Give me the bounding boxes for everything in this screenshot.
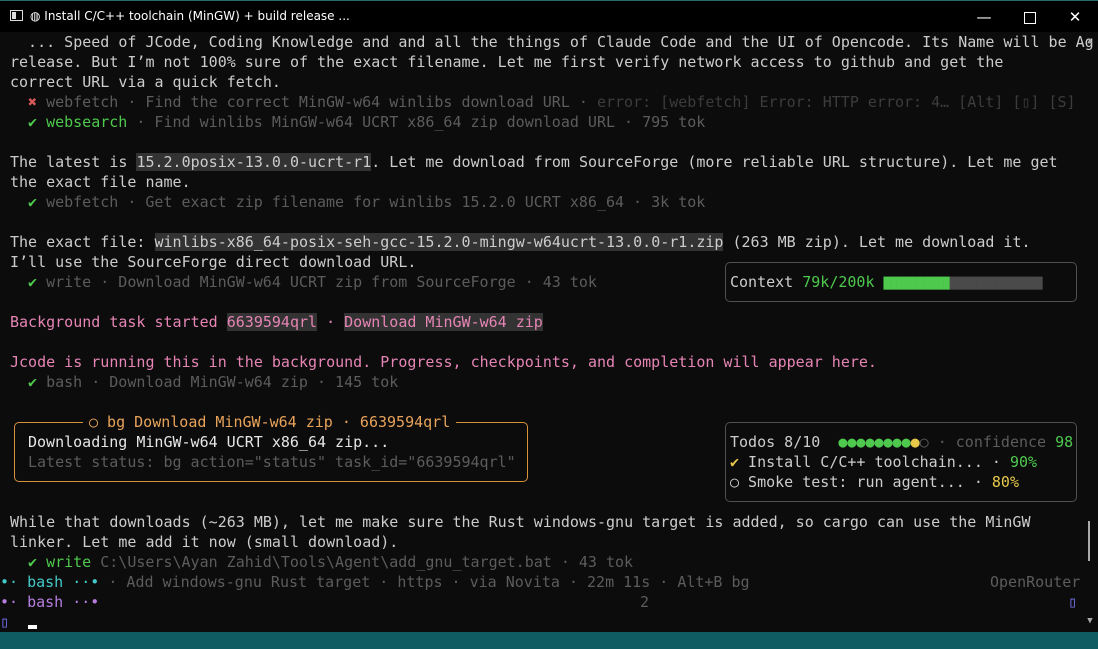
check-icon: ✔ xyxy=(28,273,38,291)
context-label: Context xyxy=(730,273,803,291)
task-id: 6639594qrl xyxy=(226,313,318,331)
todos-progress-done: ●●●●●●●● xyxy=(838,433,911,451)
background-task-title: ○ bg Download MinGW-w64 zip · 6639594qrl xyxy=(83,412,457,432)
bash-indicator: •· bash ··• xyxy=(0,573,100,591)
check-icon: ✔ xyxy=(28,113,38,131)
background-task-panel: ○ bg Download MinGW-w64 zip · 6639594qrl… xyxy=(14,412,528,482)
filename-highlight: winlibs-x86_64-posix-seh-gcc-15.2.0-ming… xyxy=(154,233,724,251)
message-line: correct URL via a quick fetch. xyxy=(10,73,281,91)
scroll-down-icon[interactable]: ▼ xyxy=(1082,616,1098,626)
task-name: Download MinGW-w64 zip xyxy=(344,313,543,331)
prompt-icon: ▯ xyxy=(0,613,10,631)
message-line: While that downloads (~263 MB), let me m… xyxy=(10,513,1031,531)
tool-call-bash: ✔ bash · Download MinGW-w64 zip · 145 to… xyxy=(28,373,399,391)
status-line: •· bash ··• · Add windows-gnu Rust targe… xyxy=(0,573,750,591)
scrollbar[interactable]: ▲ ▼ xyxy=(1082,32,1098,632)
status-count: 2 xyxy=(640,593,650,611)
terminal-output[interactable]: ... Speed of JCode, Coding Knowledge and… xyxy=(0,32,1098,632)
todo-item: ✔ Install C/C++ toolchain... · 90% xyxy=(730,453,1038,471)
check-icon: ✔ xyxy=(730,453,740,471)
context-bar-empty: ██████████████ xyxy=(949,277,1043,290)
background-task-line: Background task started 6639594qrl · Dow… xyxy=(10,313,543,331)
terminal-icon xyxy=(10,10,23,21)
tool-call-webfetch: ✔ webfetch · Get exact zip filename for … xyxy=(28,193,706,211)
maximize-button[interactable] xyxy=(1007,1,1053,33)
minimize-button[interactable]: — xyxy=(961,1,1007,33)
message-line: The exact file: winlibs-x86_64-posix-seh… xyxy=(10,233,1031,251)
context-panel: Context 79k/200k ███████████████████████… xyxy=(725,262,1077,302)
todos-progress-active: ● xyxy=(910,433,920,451)
check-icon: ✔ xyxy=(28,373,38,391)
title-bar: ◍ Install C/C++ toolchain (MinGW) + buil… xyxy=(0,0,1098,32)
download-status: Downloading MinGW-w64 UCRT x86_64 zip... xyxy=(28,433,390,451)
maximize-icon xyxy=(1024,11,1036,24)
message-line: linker. Let me add it now (small downloa… xyxy=(10,533,399,551)
status-icon: ▯ xyxy=(1068,593,1078,611)
jcode-notice: Jcode is running this in the background.… xyxy=(10,353,877,371)
todos-progress-pending: ○ xyxy=(919,433,929,451)
latest-status: Latest status: bg action="status" task_i… xyxy=(28,453,516,471)
error-text: error: [webfetch] Error: HTTP error: 4… … xyxy=(596,93,1076,111)
text-cursor xyxy=(28,625,37,629)
circle-icon: ○ xyxy=(730,473,740,491)
tool-call-websearch: ✔ websearch · Find winlibs MinGW-w64 UCR… xyxy=(28,113,706,131)
tool-call-webfetch: ✖ webfetch · Find the correct MinGW-w64 … xyxy=(28,93,1076,111)
message-line: release. But I’m not 100% sure of the ex… xyxy=(10,53,1004,71)
message-line: the exact file name. xyxy=(10,173,191,191)
close-button[interactable]: ✕ xyxy=(1052,1,1098,33)
tool-call-write: ✔ write C:\Users\Ayan Zahid\Tools\Agent\… xyxy=(28,553,634,571)
message-line: The latest is 15.2.0posix-13.0.0-ucrt-r1… xyxy=(10,153,1058,171)
window-title: ◍ Install C/C++ toolchain (MinGW) + buil… xyxy=(30,9,350,23)
confidence-value: 98 xyxy=(1055,433,1074,451)
context-value: 79k/200k xyxy=(802,273,884,291)
check-icon: ✔ xyxy=(28,193,38,211)
version-highlight: 15.2.0posix-13.0.0-ucrt-r1 xyxy=(136,153,372,171)
check-icon: ✔ xyxy=(28,553,38,571)
todos-panel: Todos 8/10 ●●●●●●●●●○ · confidence 98 ✔ … xyxy=(725,422,1077,502)
scroll-up-icon[interactable]: ▲ xyxy=(1082,36,1098,46)
scrollbar-thumb[interactable] xyxy=(1088,521,1090,561)
todos-label: Todos 8/10 xyxy=(730,433,839,451)
tool-call-write: ✔ write · Download MinGW-w64 UCRT zip fr… xyxy=(28,273,597,291)
message-line: ... Speed of JCode, Coding Knowledge and… xyxy=(10,33,1094,51)
bash-indicator: •· bash ··• xyxy=(0,593,100,611)
provider-label: OpenRouter xyxy=(990,573,1081,591)
todo-item: ○ Smoke test: run agent... · 80% xyxy=(730,473,1019,491)
message-line: I’ll use the SourceForge direct download… xyxy=(10,253,417,271)
error-icon: ✖ xyxy=(28,93,38,111)
status-line: •· bash ··• xyxy=(0,592,99,612)
context-bar-filled: ██████████ xyxy=(883,277,950,290)
taskbar xyxy=(0,632,1098,649)
